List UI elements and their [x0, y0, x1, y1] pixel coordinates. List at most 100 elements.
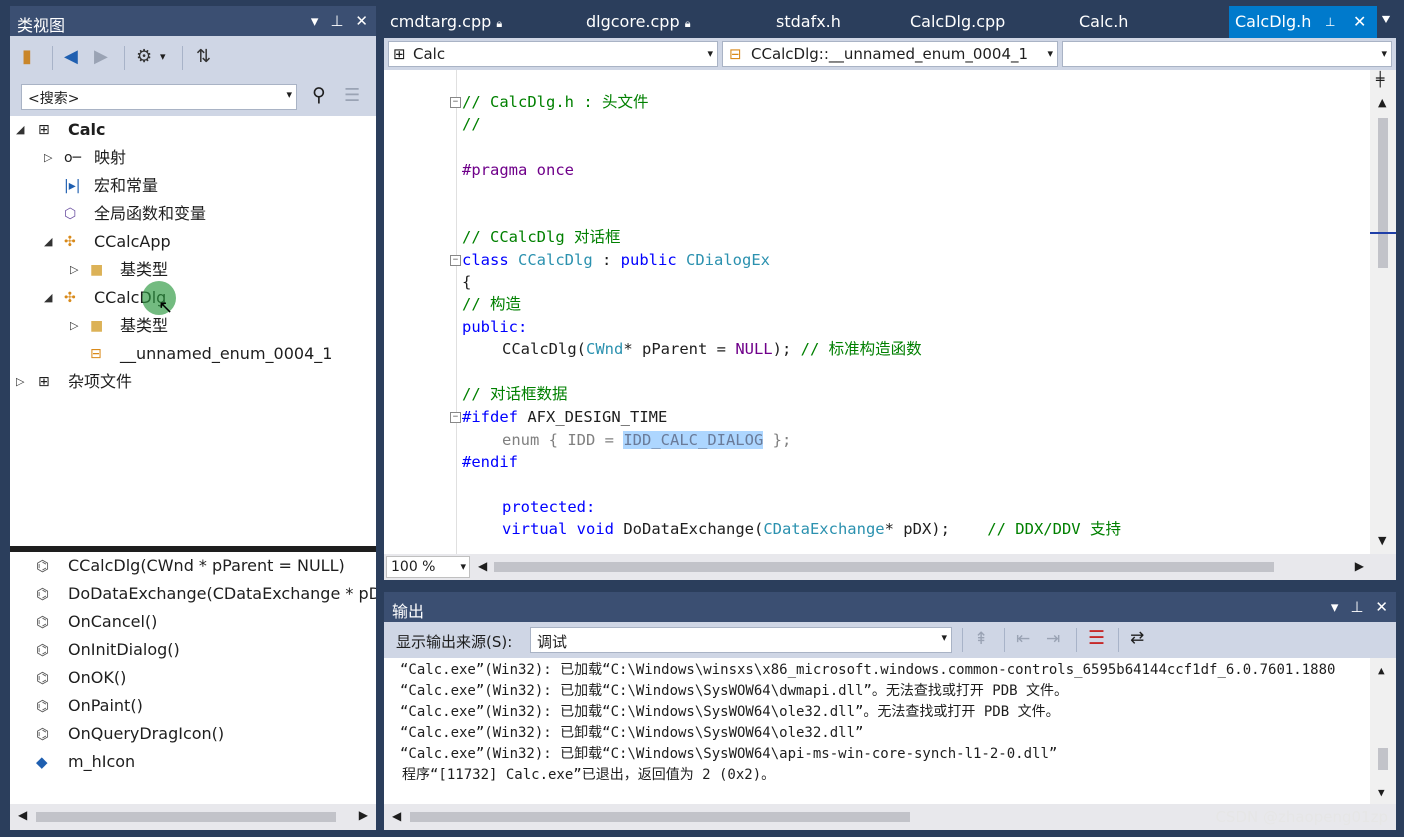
- tab-close-icon[interactable]: ✕: [1353, 6, 1366, 38]
- collapsed-arrow-icon[interactable]: ▷: [70, 257, 86, 283]
- tree-item-ccalcdlg[interactable]: ◢ ✣ CCalcDlg ↖: [44, 281, 344, 318]
- code-line: class CCalcDlg : public CDialogEx: [462, 251, 771, 269]
- scope-combo[interactable]: ⊟ CCalcDlg::__unnamed_enum_0004_1 ▾: [722, 41, 1058, 67]
- code-line: //: [462, 115, 481, 133]
- scroll-left-icon[interactable]: ◀: [478, 559, 487, 573]
- collapse-icon[interactable]: −: [450, 97, 461, 108]
- dropdown-icon[interactable]: ▾: [311, 12, 319, 30]
- scroll-up-icon[interactable]: ▲: [1378, 664, 1385, 677]
- close-icon[interactable]: ✕: [1375, 598, 1388, 616]
- member-item[interactable]: ⌬ OnCancel(): [10, 608, 376, 636]
- tree-item-macros[interactable]: |▸| 宏和常量: [44, 173, 344, 199]
- tree-item-unnamed-enum[interactable]: ⊟ __unnamed_enum_0004_1: [70, 341, 360, 367]
- scroll-right-icon[interactable]: ▶: [1355, 559, 1364, 573]
- tab-stdafx[interactable]: stdafx.h: [776, 6, 841, 38]
- scroll-thumb[interactable]: [36, 812, 336, 822]
- tree-item-base-types[interactable]: ▷ ■ 基类型: [70, 257, 350, 283]
- collapsed-arrow-icon[interactable]: ▷: [70, 313, 86, 339]
- scroll-thumb[interactable]: [410, 812, 910, 822]
- member-item[interactable]: ⌬ OnInitDialog(): [10, 636, 376, 664]
- scroll-down-icon[interactable]: ▼: [1378, 534, 1386, 547]
- chevron-down-icon[interactable]: ▾: [1045, 42, 1053, 66]
- tab-calcdlg-h[interactable]: CalcDlg.h ⊥ ✕: [1229, 6, 1377, 38]
- new-folder-icon[interactable]: ▮: [22, 46, 32, 67]
- tab-cmdtarg[interactable]: cmdtarg.cpp 🔒︎: [390, 6, 502, 38]
- chevron-down-icon[interactable]: ▾: [460, 557, 466, 577]
- tree-item-calc[interactable]: ◢ ⊞ Calc: [16, 117, 356, 143]
- forward-icon[interactable]: ▶: [94, 46, 108, 67]
- search-icon[interactable]: ⚲: [312, 84, 326, 106]
- sync-class-icon[interactable]: ⇅: [196, 46, 211, 67]
- project-icon: ⊞: [38, 374, 50, 390]
- tree-item-ccalcapp[interactable]: ◢ ✣ CCalcApp: [44, 229, 344, 255]
- scroll-thumb[interactable]: [1378, 748, 1388, 770]
- clear-all-icon[interactable]: ☰: [1088, 627, 1105, 649]
- tree-item-base-types-2[interactable]: ▷ ■ 基类型: [70, 313, 350, 339]
- filter-icon[interactable]: ☰: [344, 85, 360, 106]
- collapsed-arrow-icon[interactable]: ▷: [44, 145, 60, 171]
- collapsed-arrow-icon[interactable]: ▷: [16, 369, 32, 395]
- member-item[interactable]: ⌬ OnPaint(): [10, 692, 376, 720]
- output-source-select[interactable]: 调试 ▾: [530, 627, 952, 653]
- tree-item-misc-files[interactable]: ▷ ⊞ 杂项文件: [16, 369, 316, 395]
- settings-dropdown-icon[interactable]: ▾: [160, 50, 166, 63]
- project-combo[interactable]: ⊞ Calc ▾: [388, 41, 718, 67]
- code-area[interactable]: − // CalcDlg.h : 头文件 // #pragma once // …: [410, 70, 1370, 554]
- expanded-arrow-icon[interactable]: ◢: [16, 117, 32, 143]
- field-icon: ◆: [36, 753, 48, 771]
- scroll-right-icon[interactable]: ▶: [359, 808, 368, 822]
- hscroll-thumb[interactable]: [494, 562, 1274, 572]
- dropdown-icon[interactable]: ▾: [1331, 598, 1339, 616]
- prev-message-icon[interactable]: ⇤: [1016, 629, 1030, 649]
- output-vscrollbar[interactable]: ▲ ▼: [1370, 658, 1396, 804]
- scroll-left-icon[interactable]: ◀: [18, 808, 27, 822]
- folder-icon: ■: [90, 318, 104, 334]
- pin-icon[interactable]: ⊥: [1350, 598, 1363, 616]
- code-line: protected:: [502, 498, 596, 516]
- find-message-icon[interactable]: ⇞: [974, 629, 988, 649]
- close-icon[interactable]: ✕: [355, 12, 368, 30]
- map-icon: o─: [64, 150, 81, 166]
- member-item[interactable]: ⌬ OnOK(): [10, 664, 376, 692]
- collapse-icon[interactable]: −: [450, 412, 461, 423]
- tree-item-globals[interactable]: ⬡ 全局函数和变量: [44, 201, 344, 227]
- code-editor[interactable]: − // CalcDlg.h : 头文件 // #pragma once // …: [384, 70, 1396, 554]
- chevron-down-icon[interactable]: ▾: [1381, 42, 1387, 66]
- zoom-combo[interactable]: 100 % ▾: [386, 556, 470, 578]
- tab-dlgcore[interactable]: dlgcore.cpp 🔒︎: [586, 6, 691, 38]
- settings-gear-icon[interactable]: ⚙: [136, 46, 152, 67]
- expanded-arrow-icon[interactable]: ◢: [44, 285, 60, 311]
- chevron-down-icon[interactable]: ▾: [941, 631, 947, 644]
- member-item[interactable]: ◆ m_hIcon: [10, 748, 376, 776]
- split-icon[interactable]: ╪: [1376, 72, 1384, 88]
- member-item[interactable]: ⌬ OnQueryDragIcon(): [10, 720, 376, 748]
- tab-calc-h[interactable]: Calc.h: [1079, 6, 1128, 38]
- member-list-hscrollbar[interactable]: ◀ ▶: [10, 804, 376, 830]
- back-icon[interactable]: ◀: [64, 46, 78, 67]
- output-text-area[interactable]: “Calc.exe”(Win32): 已加载“C:\Windows\winsxs…: [384, 658, 1396, 804]
- expanded-arrow-icon[interactable]: ◢: [44, 229, 60, 255]
- scroll-thumb[interactable]: [1378, 118, 1388, 268]
- editor-vscrollbar[interactable]: ╪ ▲ ▼: [1370, 70, 1396, 554]
- method-icon: ⌬: [36, 669, 50, 687]
- project-icon: ⊞: [38, 122, 50, 138]
- next-message-icon[interactable]: ⇥: [1046, 629, 1060, 649]
- scroll-left-icon[interactable]: ◀: [392, 809, 401, 823]
- pin-icon[interactable]: ⊥: [1325, 6, 1335, 38]
- code-line: public:: [462, 318, 528, 336]
- word-wrap-icon[interactable]: ⇄: [1130, 628, 1144, 648]
- collapse-icon[interactable]: −: [450, 255, 461, 266]
- member-combo[interactable]: ▾: [1062, 41, 1392, 67]
- member-item[interactable]: ⌬ CCalcDlg(CWnd * pParent = NULL): [10, 552, 376, 580]
- pin-icon[interactable]: ⊥: [330, 12, 343, 30]
- chevron-down-icon[interactable]: ▾: [707, 42, 713, 66]
- scroll-up-icon[interactable]: ▲: [1378, 96, 1386, 109]
- classview-search-input[interactable]: <搜索> ▾: [21, 84, 297, 110]
- search-dropdown-icon[interactable]: ▾: [286, 88, 292, 101]
- scroll-down-icon[interactable]: ▼: [1378, 786, 1385, 799]
- member-item[interactable]: ⌬ DoDataExchange(CDataExchange * pDX): [10, 580, 376, 608]
- enum-icon: ⊟: [90, 346, 102, 362]
- tab-calcdlg-cpp[interactable]: CalcDlg.cpp: [910, 6, 1005, 38]
- tab-overflow-icon[interactable]: ⯆: [1380, 11, 1392, 29]
- tree-item-maps[interactable]: ▷ o─ 映射: [44, 145, 344, 171]
